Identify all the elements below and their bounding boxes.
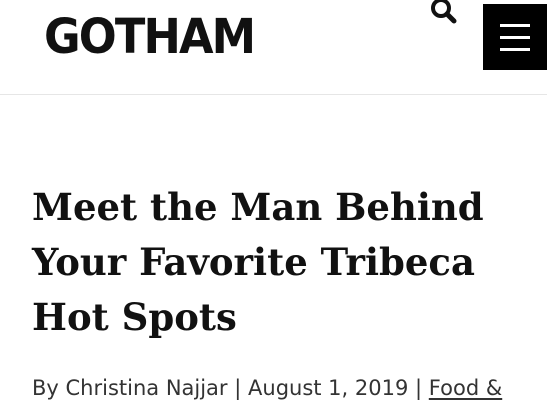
category-link[interactable]: Food & — [429, 376, 502, 400]
menu-button[interactable] — [483, 4, 547, 70]
menu-bar-bottom — [500, 48, 530, 51]
article-title-line: Meet the Man Behind — [32, 185, 484, 229]
article-title-line: Your Favorite Tribeca — [32, 240, 475, 284]
site-logo[interactable]: GOTHAM — [44, 8, 256, 66]
byline-author: By Christina Najjar — [32, 376, 228, 400]
search-icon — [431, 0, 457, 24]
menu-bar-top — [500, 24, 530, 27]
search-button[interactable] — [426, 0, 460, 26]
menu-bar-middle — [500, 36, 530, 39]
article-title: Meet the Man Behind Your Favorite Tribec… — [32, 180, 532, 345]
byline-separator: | — [415, 376, 423, 400]
byline-date: August 1, 2019 — [248, 376, 409, 400]
article-byline: By Christina Najjar | August 1, 2019 | F… — [32, 372, 547, 404]
article: Meet the Man Behind Your Favorite Tribec… — [32, 180, 532, 345]
article-title-line: Hot Spots — [32, 295, 237, 339]
page: GOTHAM Meet the Man Behind Your Favorite… — [0, 0, 547, 410]
site-header: GOTHAM — [0, 0, 547, 95]
byline-separator: | — [234, 376, 242, 400]
